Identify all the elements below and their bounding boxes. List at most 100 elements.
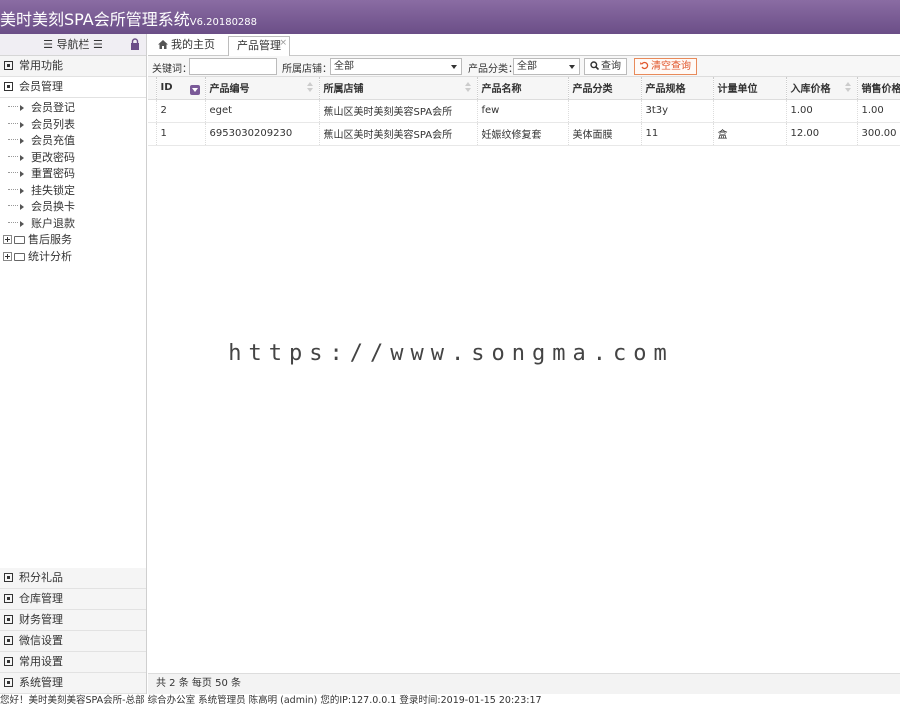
clear-search-button[interactable]: 清空查询 bbox=[634, 58, 697, 75]
cell-id: 1 bbox=[156, 122, 206, 146]
table-row[interactable]: 2 eget 蕉山区美时美刻美容SPA会所 few 3t3y 1.00 1.00 bbox=[148, 99, 900, 123]
menu-common[interactable]: 常用功能 bbox=[0, 56, 146, 77]
sort-icon[interactable] bbox=[464, 82, 471, 92]
tree-line bbox=[8, 221, 18, 223]
product-table: ID 产品编号 所属店铺 产品名称 产品分类 产品规格 计量单位 入库价格 销售… bbox=[148, 77, 900, 146]
tree-item-label: 会员登记 bbox=[31, 101, 75, 114]
tree-folder-label: 售后服务 bbox=[28, 233, 72, 246]
row-gutter bbox=[148, 77, 157, 100]
menu-system[interactable]: 系统管理 bbox=[0, 673, 146, 694]
tab-home-label: 我的主页 bbox=[171, 38, 215, 51]
expand-icon bbox=[4, 678, 13, 687]
cell-spec: 3t3y bbox=[641, 99, 714, 123]
store-label: 所属店铺： bbox=[282, 64, 332, 75]
plus-icon[interactable] bbox=[3, 235, 12, 244]
menu-finance[interactable]: 财务管理 bbox=[0, 610, 146, 631]
nav-title: ☰ 导航栏 ☰ bbox=[43, 38, 103, 51]
tree-item-label: 会员换卡 bbox=[31, 200, 75, 213]
col-category[interactable]: 产品分类 bbox=[568, 77, 642, 100]
triangle-right-icon bbox=[20, 171, 24, 177]
triangle-right-icon bbox=[20, 204, 24, 210]
undo-icon bbox=[640, 61, 649, 70]
search-button[interactable]: 查询 bbox=[584, 58, 627, 75]
table-row[interactable]: 1 6953030209230 蕉山区美时美刻美容SPA会所 妊娠纹修复套 美体… bbox=[148, 122, 900, 146]
tree-item-label: 重置密码 bbox=[31, 167, 75, 180]
col-spec[interactable]: 产品规格 bbox=[641, 77, 714, 100]
col-product-name[interactable]: 产品名称 bbox=[477, 77, 569, 100]
col-id[interactable]: ID bbox=[156, 77, 206, 100]
tree-item-label: 会员充值 bbox=[31, 134, 75, 147]
col-product-code[interactable]: 产品编号 bbox=[205, 77, 320, 100]
tree-item-account-refund[interactable]: 账户退款 bbox=[0, 216, 146, 233]
menu-common-label: 常用功能 bbox=[19, 59, 63, 72]
tab-home[interactable]: 我的主页 bbox=[150, 36, 223, 56]
col-unit[interactable]: 计量单位 bbox=[713, 77, 787, 100]
expand-icon bbox=[4, 615, 13, 624]
cell-id: 2 bbox=[156, 99, 206, 123]
triangle-right-icon bbox=[20, 105, 24, 111]
sort-icon[interactable] bbox=[844, 82, 851, 92]
tab-product[interactable]: 产品管理 × bbox=[228, 36, 290, 56]
search-toolbar: 关键词： 所属店铺： 全部 产品分类： 全部 查询 清空查询 bbox=[148, 56, 900, 77]
cell-sale-price: 1.00 bbox=[857, 99, 900, 123]
column-menu-icon[interactable] bbox=[189, 85, 200, 95]
col-label: 销售价格 bbox=[861, 84, 900, 96]
menu-warehouse[interactable]: 仓库管理 bbox=[0, 589, 146, 610]
triangle-right-icon bbox=[20, 154, 24, 161]
menu-label: 常用设置 bbox=[19, 655, 63, 668]
menu-label: 财务管理 bbox=[19, 613, 63, 626]
cell-unit: 盒 bbox=[713, 122, 787, 146]
tree-item-change-card[interactable]: 会员换卡 bbox=[0, 199, 146, 216]
category-select[interactable]: 全部 bbox=[513, 58, 580, 75]
tree-line bbox=[8, 172, 18, 173]
triangle-right-icon bbox=[20, 121, 24, 128]
cell-sale-price: 300.00 bbox=[857, 122, 900, 146]
cell-product-name: few bbox=[477, 99, 569, 123]
tree-folder-after-sales[interactable]: 售后服务 bbox=[0, 232, 146, 249]
close-icon[interactable]: × bbox=[279, 34, 287, 52]
menu-wechat[interactable]: 微信设置 bbox=[0, 631, 146, 652]
col-label: 产品分类 bbox=[572, 84, 613, 96]
plus-icon[interactable] bbox=[3, 251, 12, 261]
col-label: 产品编号 bbox=[209, 84, 250, 96]
cell-category: 美体面膜 bbox=[568, 122, 642, 146]
sort-icon[interactable] bbox=[306, 82, 313, 92]
menu-member[interactable]: 会员管理 bbox=[0, 77, 146, 98]
app-version: V6.20180288 bbox=[189, 17, 258, 28]
tree-line bbox=[8, 155, 18, 157]
tree-item-report-lock[interactable]: 挂失锁定 bbox=[0, 183, 146, 200]
triangle-right-icon bbox=[20, 138, 24, 144]
cell-unit bbox=[713, 99, 787, 123]
cell-product-code: eget bbox=[205, 99, 320, 123]
menu-member-label: 会员管理 bbox=[19, 80, 63, 93]
col-sale-price[interactable]: 销售价格 bbox=[857, 77, 900, 100]
tree-item-reset-password[interactable]: 重置密码 bbox=[0, 166, 146, 183]
col-purchase-price[interactable]: 入库价格 bbox=[786, 77, 858, 100]
triangle-right-icon bbox=[20, 220, 24, 227]
menu-points-gifts[interactable]: 积分礼品 bbox=[0, 568, 146, 589]
keyword-label: 关键词： bbox=[152, 64, 192, 75]
tree-item-change-password[interactable]: 更改密码 bbox=[0, 150, 146, 167]
lock-icon[interactable] bbox=[130, 38, 140, 50]
cell-spec: 11 bbox=[641, 122, 714, 146]
menu-common-settings[interactable]: 常用设置 bbox=[0, 652, 146, 673]
tab-product-label: 产品管理 bbox=[237, 39, 281, 52]
search-icon bbox=[590, 61, 600, 71]
keyword-input[interactable] bbox=[189, 58, 277, 75]
tree-item-member-register[interactable]: 会员登记 bbox=[0, 100, 146, 117]
col-label: 产品规格 bbox=[645, 84, 686, 96]
expand-icon bbox=[4, 82, 13, 91]
tree-item-member-list[interactable]: 会员列表 bbox=[0, 117, 146, 134]
category-select-value: 全部 bbox=[517, 61, 537, 72]
expand-icon bbox=[4, 61, 13, 70]
cell-purchase-price: 1.00 bbox=[786, 99, 858, 123]
col-store[interactable]: 所属店铺 bbox=[319, 77, 478, 100]
member-tree: 会员登记 会员列表 会员充值 更改密码 重置密码 挂失锁定 会员换卡 账户退款 … bbox=[0, 98, 146, 265]
tree-item-member-recharge[interactable]: 会员充值 bbox=[0, 133, 146, 150]
table-header-row: ID 产品编号 所属店铺 产品名称 产品分类 产品规格 计量单位 入库价格 销售… bbox=[148, 77, 900, 100]
tree-folder-statistics[interactable]: 统计分析 bbox=[0, 249, 146, 266]
tab-bar: 我的主页 产品管理 × bbox=[148, 34, 900, 56]
col-label: 产品名称 bbox=[481, 84, 522, 96]
chevron-down-icon bbox=[451, 65, 457, 69]
store-select[interactable]: 全部 bbox=[330, 58, 462, 75]
